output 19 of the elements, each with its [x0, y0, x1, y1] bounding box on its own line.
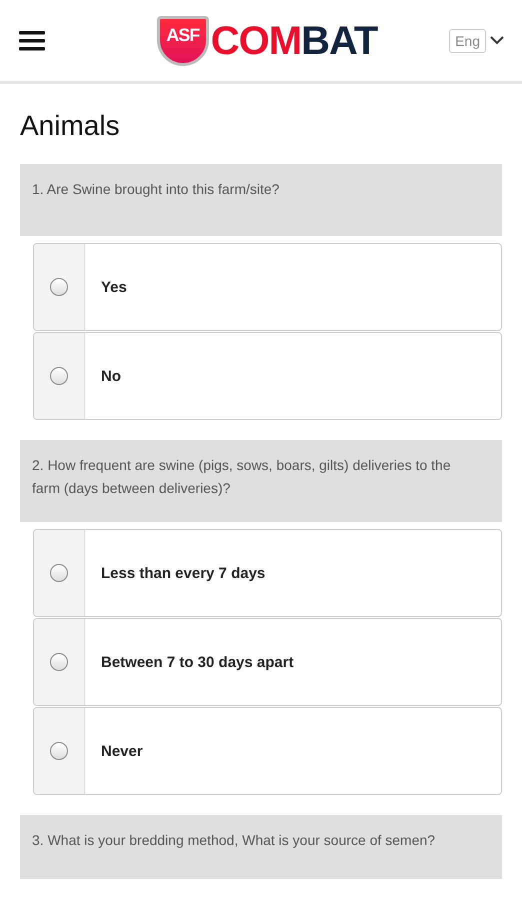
answer-option[interactable]: No	[33, 332, 502, 420]
logo-badge-text: ASF	[166, 24, 200, 46]
menu-icon[interactable]	[19, 30, 45, 52]
radio-button[interactable]	[50, 742, 68, 760]
question-text: 3. What is your bredding method, What is your source of semen?	[20, 815, 502, 879]
question-text: 2. How frequent are swine (pigs, sows, boars, gilts) deliveries to the farm (days between deliveries)?	[20, 440, 502, 522]
answer-option[interactable]: Less than every 7 days	[33, 529, 502, 617]
radio-button[interactable]	[50, 367, 68, 385]
logo-wordmark: COMBAT	[210, 20, 378, 60]
page-title: Animals	[20, 110, 121, 142]
answer-option[interactable]: Yes	[33, 243, 502, 331]
radio-button[interactable]	[50, 564, 68, 582]
radio-button[interactable]	[50, 653, 68, 671]
answer-option[interactable]: Between 7 to 30 days apart	[33, 618, 502, 706]
chevron-down-icon[interactable]	[490, 36, 504, 45]
question-text: 1. Are Swine brought into this farm/site?	[20, 164, 502, 236]
radio-button[interactable]	[50, 278, 68, 296]
language-selector[interactable]: Eng	[449, 28, 486, 52]
answer-option[interactable]: Never	[33, 707, 502, 795]
